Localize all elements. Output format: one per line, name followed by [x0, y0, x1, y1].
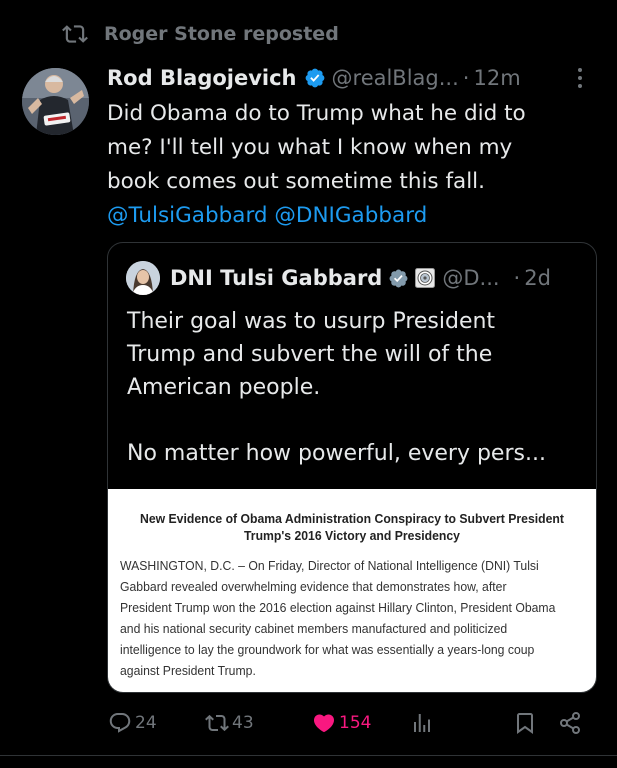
repost-icon	[62, 25, 88, 43]
quoted-separator-dot: ·	[513, 266, 521, 290]
bookmark-icon	[517, 713, 533, 734]
author-avatar[interactable]	[22, 68, 89, 135]
analytics-icon	[414, 714, 430, 732]
media-body-line: WASHINGTON, D.C. – On Friday, Director o…	[120, 558, 539, 573]
repost-button[interactable]: 43	[205, 706, 254, 740]
media-headline: New Evidence of Obama Administration Con…	[132, 510, 572, 544]
action-bar: 24 43 154	[108, 706, 587, 740]
more-options-icon[interactable]	[567, 64, 593, 92]
verified-badge-icon	[304, 67, 326, 89]
avatar-photo	[22, 68, 89, 135]
tweet-header: Rod Blagojevich @realBlag... · 12m	[107, 60, 597, 96]
quoted-text-line: Their goal was to usurp President	[127, 309, 496, 334]
tweet-divider	[0, 755, 617, 756]
media-body-line: and his national security cabinet member…	[120, 621, 508, 636]
quoted-tweet[interactable]: DNI Tulsi Gabbard @D... · 2d Their goal …	[107, 242, 597, 693]
quoted-media-image[interactable]: New Evidence of Obama Administration Con…	[108, 489, 596, 692]
government-seal-icon	[415, 268, 436, 288]
quoted-text-truncated: No matter how powerful, every pers...	[127, 441, 546, 466]
media-body-line: intelligence to lay the groundwork for w…	[120, 642, 535, 657]
repost-count: 43	[232, 713, 254, 733]
tweet-text-line: me? I'll tell you what I know when my	[107, 135, 513, 160]
tweet-body: Did Obama do to Trump what he did to me?…	[107, 97, 587, 233]
media-body-line: against President Trump.	[120, 663, 256, 678]
repost-indicator[interactable]: Roger Stone reposted	[62, 18, 339, 50]
tweet-timestamp[interactable]: 12m	[473, 66, 520, 90]
like-button[interactable]: 154	[312, 706, 371, 740]
quoted-author-handle[interactable]: @D...	[442, 266, 499, 290]
bookmark-button[interactable]	[513, 706, 537, 740]
quoted-timestamp[interactable]: 2d	[524, 266, 551, 290]
author-name[interactable]: Rod Blagojevich	[107, 66, 297, 90]
repost-action-icon	[205, 714, 229, 732]
author-handle[interactable]: @realBlag...	[332, 66, 459, 90]
quoted-text-line: American people.	[127, 375, 321, 400]
mention-link-dnigabbard[interactable]: @DNIGabbard	[274, 203, 427, 228]
mention-link-tulsigabbard[interactable]: @TulsiGabbard	[107, 203, 268, 228]
media-headline-line: New Evidence of Obama Administration Con…	[140, 511, 564, 526]
media-body-text: WASHINGTON, D.C. – On Friday, Director o…	[120, 555, 558, 681]
tweet-text-line: Did Obama do to Trump what he did to	[107, 101, 526, 126]
media-body-line: President Trump won the 2016 election ag…	[120, 600, 556, 615]
tweet-text-line: book comes out sometime this fall.	[107, 169, 485, 194]
quoted-tweet-body: Their goal was to usurp President Trump …	[127, 305, 582, 470]
mentions-line: @TulsiGabbard @DNIGabbard	[107, 199, 587, 233]
repost-label: Roger Stone reposted	[104, 23, 339, 45]
quoted-author-avatar[interactable]	[126, 261, 160, 295]
gray-verified-badge-icon	[388, 268, 409, 289]
quoted-tweet-header: DNI Tulsi Gabbard @D... · 2d	[126, 261, 578, 295]
heart-icon	[313, 714, 335, 733]
quoted-avatar-photo	[126, 261, 160, 295]
quoted-author-name[interactable]: DNI Tulsi Gabbard	[170, 266, 382, 290]
share-icon	[560, 712, 580, 734]
media-headline-line: Trump's 2016 Victory and Presidency	[244, 528, 460, 543]
separator-dot: ·	[462, 66, 470, 90]
reply-icon	[109, 713, 131, 733]
media-body-line: Gabbard revealed overwhelming evidence t…	[120, 579, 507, 594]
quoted-text-line: Trump and subvert the will of the	[127, 342, 493, 367]
share-button[interactable]	[558, 706, 582, 740]
views-button[interactable]	[410, 706, 434, 740]
reply-count: 24	[135, 713, 157, 733]
reply-button[interactable]: 24	[108, 706, 157, 740]
like-count: 154	[339, 713, 372, 733]
